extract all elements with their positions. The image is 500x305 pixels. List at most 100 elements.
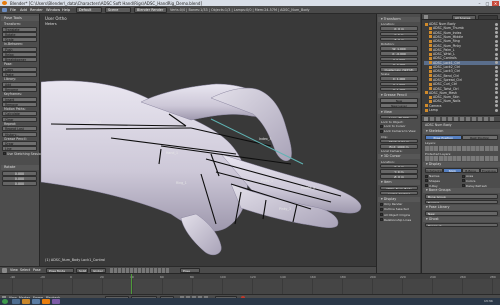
visibility-eye-icon[interactable] <box>495 22 498 26</box>
npanel-view-header[interactable]: ▾ View <box>378 109 420 115</box>
screen-layout-select[interactable]: Default <box>76 7 102 13</box>
maximize-button[interactable]: □ <box>484 1 491 6</box>
visibility-eye-icon[interactable] <box>495 108 498 112</box>
npanel-value-field[interactable]: Lock1_Control <box>380 190 418 196</box>
octahedral-button[interactable]: Octahedral <box>425 168 444 173</box>
taskbar-app-icon[interactable] <box>52 299 60 304</box>
render-engine-select[interactable]: Blender Render <box>134 7 167 13</box>
npanel-display-header[interactable]: ▾ Display <box>378 197 420 202</box>
visibility-eye-icon[interactable] <box>495 52 498 56</box>
properties-field[interactable]: Bone Group <box>425 194 498 199</box>
hand-model[interactable]: Index_1 Hand_1 Index_3 Ring_1 Pinky_1 Mi… <box>41 14 376 266</box>
npanel-3d-cursor-header[interactable]: ▾ 3D Cursor <box>378 154 420 159</box>
outliner-search-input[interactable] <box>478 14 498 20</box>
3d-viewport[interactable]: User Ortho Meters (1) ADSC_Num_Body Lock… <box>41 14 376 266</box>
visibility-eye-icon[interactable] <box>495 56 498 60</box>
npanel-value-field[interactable]: X: -0.000 <box>380 51 418 56</box>
visibility-eye-icon[interactable] <box>495 31 498 35</box>
npanel-lock-camera-to-view-checkbox[interactable]: Lock Camera to View <box>380 129 418 133</box>
visibility-eye-icon[interactable] <box>495 65 498 69</box>
outliner-editor-icon[interactable] <box>424 15 428 19</box>
toolshelf-section-header[interactable]: Pose Tools <box>1 16 39 21</box>
menu-render[interactable]: Render <box>30 8 43 12</box>
visibility-eye-icon[interactable] <box>495 69 498 73</box>
visibility-eye-icon[interactable] <box>495 35 498 39</box>
npanel-value-field[interactable]: Lens: 35.000 <box>380 114 418 120</box>
npanel-lock-to-cursor-checkbox[interactable]: Lock to Cursor <box>380 124 418 128</box>
menu-view[interactable]: View <box>10 268 18 272</box>
outliner-view-select[interactable]: All Scenes <box>452 14 476 20</box>
npanel-grease-pencil-header[interactable]: ▾ Grease Pencil <box>378 93 420 98</box>
tool-repeat-last-button[interactable]: Repeat Last <box>2 126 37 132</box>
layer-buttons[interactable] <box>425 145 498 151</box>
npanel-value-field[interactable]: ADSC_Num_Body <box>380 185 418 191</box>
npanel-new-button[interactable]: New <box>380 98 418 103</box>
x-ray-checkbox[interactable]: X-Ray <box>425 184 461 188</box>
npanel-value-field[interactable]: Z: 1.000 <box>380 86 418 92</box>
npanel-value-field[interactable]: Quaternion (WXYZ) <box>380 67 418 72</box>
visibility-eye-icon[interactable] <box>495 61 498 65</box>
context-tab-icons[interactable] <box>430 117 496 121</box>
npanel-value-field[interactable]: Y: 0.000 <box>380 56 418 62</box>
toolshelf-section-header[interactable]: Rotate <box>1 164 39 170</box>
npanel-all-object-origins-checkbox[interactable]: All Object Origins <box>380 213 418 217</box>
taskbar-app-icon[interactable] <box>12 299 20 304</box>
taskbar-app-icon[interactable] <box>22 299 30 304</box>
timeline-ruler[interactable]: -40-200204060801001201401601802002202402… <box>0 274 500 279</box>
properties-field[interactable]: Range: 0 <box>425 222 498 228</box>
tool-calculate-button[interactable]: Calculate <box>2 111 37 117</box>
visibility-eye-icon[interactable] <box>495 104 498 108</box>
tool-use-sketching-sessions-checkbox[interactable]: Use Sketching Sessions <box>3 152 44 156</box>
tool-insert-button[interactable]: Insert <box>2 96 37 102</box>
npanel-value-field[interactable]: End: 1000 m <box>380 144 418 149</box>
npanel-value-field[interactable]: Z: 0 m <box>380 174 418 179</box>
taskbar-blender-icon[interactable] <box>42 299 50 304</box>
visibility-eye-icon[interactable] <box>495 99 498 103</box>
panel-ghost-header[interactable]: ▾ Ghost <box>423 216 500 222</box>
stick-button[interactable]: Stick <box>443 168 462 173</box>
npanel-value-field[interactable]: X: 1.000 <box>380 76 418 81</box>
npanel-only-render-checkbox[interactable]: Only Render <box>380 202 418 206</box>
rest-position-button[interactable]: Rest Position <box>461 135 498 140</box>
visibility-eye-icon[interactable] <box>495 95 498 99</box>
tool-push-button[interactable]: Push <box>2 46 37 52</box>
panel-skeleton-header[interactable]: ▾ Skeleton <box>423 129 500 134</box>
properties-field[interactable]: Normal <box>425 199 498 205</box>
info-editor-icon[interactable] <box>2 7 7 12</box>
tool-add-button[interactable]: Add <box>2 81 37 87</box>
visibility-eye-icon[interactable] <box>495 74 498 78</box>
npanel-transform-header[interactable]: ▾ Transform <box>378 17 420 22</box>
tool-rotate-button[interactable]: Rotate <box>2 31 37 37</box>
axes-checkbox[interactable]: Axes <box>462 174 498 178</box>
panel-display-header[interactable]: ▾ Display <box>423 162 500 167</box>
menu-window[interactable]: Window <box>46 8 60 12</box>
npanel-outline-selected-checkbox[interactable]: Outline Selected <box>380 207 418 211</box>
close-button[interactable]: ✕ <box>492 0 499 6</box>
npanel-value-field[interactable]: Y: 0 m <box>380 169 418 174</box>
timeline[interactable]: -40-200204060801001201401601802002202402… <box>0 273 500 301</box>
panel-pose-library-header[interactable]: ▾ Pose Library <box>423 205 500 211</box>
npanel-value-field[interactable]: Z: 0.000 <box>380 61 418 67</box>
pose-position-button[interactable]: Pose Position <box>425 135 462 140</box>
visibility-eye-icon[interactable] <box>495 48 498 52</box>
visibility-eye-icon[interactable] <box>495 91 498 95</box>
npanel-value-field[interactable]: Z: 0 m <box>380 36 418 42</box>
rotate-value-field[interactable]: 0.000 <box>2 181 37 187</box>
panel-bone-groups-header[interactable]: ▾ Bone Groups <box>423 188 500 194</box>
visibility-eye-icon[interactable] <box>495 82 498 86</box>
view3d-editor-icon[interactable] <box>2 268 7 273</box>
visibility-eye-icon[interactable] <box>495 26 498 30</box>
npanel-value-field[interactable]: Y: 0 m <box>380 31 418 37</box>
names-checkbox[interactable]: Names <box>425 174 461 178</box>
npanel-value-field[interactable]: X: 0 m <box>380 26 418 31</box>
npanel-value-field[interactable]: Y: 1.000 <box>380 81 418 87</box>
menu-select[interactable]: Select <box>20 268 30 272</box>
properties-editor-icon[interactable] <box>424 117 428 121</box>
visibility-eye-icon[interactable] <box>495 44 498 47</box>
delay-refresh-checkbox[interactable]: Delay Refresh <box>462 184 498 188</box>
npanel-value-field[interactable]: Start: 0.01 m <box>380 138 418 144</box>
outliner-item[interactable]: Lamp <box>424 108 500 112</box>
npanel-relationship-lines-checkbox[interactable]: Relationship Lines <box>380 218 418 222</box>
npanel-item-header[interactable]: ▾ Item <box>378 180 420 185</box>
npanel-value-field[interactable]: X: 0 m <box>380 163 418 169</box>
